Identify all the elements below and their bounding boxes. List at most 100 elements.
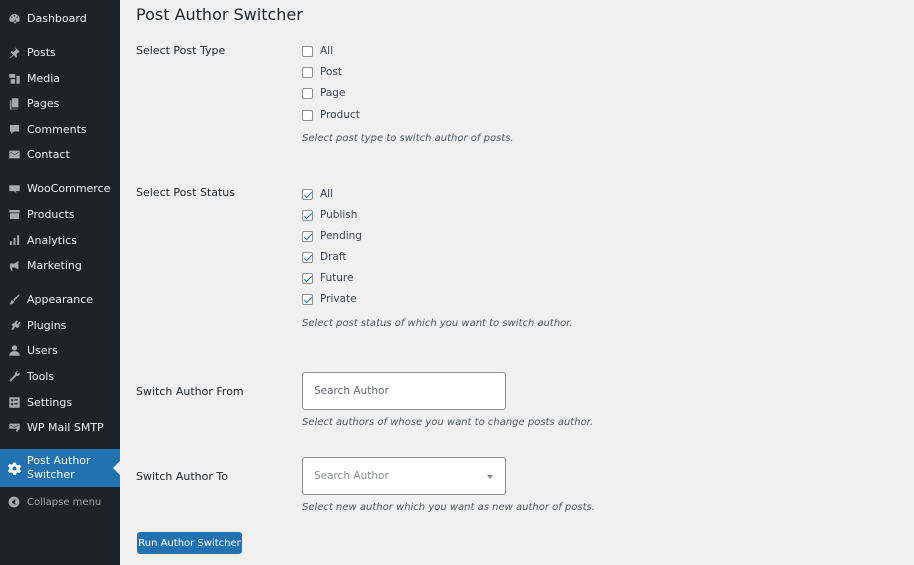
post-type-option-product[interactable]: Product: [302, 107, 360, 123]
sidebar-item-label: Pages: [27, 96, 60, 110]
post-status-description: Select post status of which you want to …: [302, 318, 573, 329]
sidebar-item-users[interactable]: Users: [0, 338, 120, 362]
sidebar-item-label: Plugins: [27, 318, 67, 332]
sidebar-item-label: Comments: [27, 122, 87, 136]
sidebar-item-label: Dashboard: [27, 11, 87, 25]
checkbox-label: Draft: [320, 251, 347, 263]
sidebar-item-dashboard[interactable]: Dashboard: [0, 6, 120, 30]
sidebar-item-label: Settings: [27, 395, 73, 409]
sidebar-item-plugins[interactable]: Plugins: [0, 313, 120, 337]
woo-icon: [7, 181, 21, 195]
settings-icon: [7, 395, 21, 409]
sidebar-item-comments[interactable]: Comments: [0, 117, 120, 141]
sidebar-item-label: WooCommerce: [27, 181, 111, 195]
sidebar-item-pages[interactable]: Pages: [0, 91, 120, 115]
sidebar-item-label: Marketing: [27, 258, 82, 272]
sidebar-item-wp-mail-smtp[interactable]: WP Mail SMTP: [0, 415, 120, 439]
post-status-option-pending[interactable]: Pending: [302, 228, 362, 244]
checkbox-label: Pending: [320, 230, 362, 242]
sidebar-item-tools[interactable]: Tools: [0, 364, 120, 388]
checkbox[interactable]: [302, 272, 313, 284]
main-content: Post Author Switcher Select Post Type Al…: [120, 0, 914, 565]
media-icon: [7, 71, 21, 85]
collapse-menu-label: Collapse menu: [27, 496, 102, 508]
post-type-option-page[interactable]: Page: [302, 85, 345, 101]
post-status-option-draft[interactable]: Draft: [302, 249, 346, 265]
sidebar-item-label: Post Author Switcher: [27, 454, 91, 481]
user-icon: [7, 343, 21, 357]
collapse-arrow-icon: [7, 496, 21, 508]
checkbox[interactable]: [302, 87, 313, 99]
active-indicator: [113, 461, 120, 475]
sidebar-item-marketing[interactable]: Marketing: [0, 253, 120, 277]
checkbox-label: All: [320, 45, 334, 57]
chevron-down-icon: [487, 475, 493, 479]
post-type-label: Select Post Type: [136, 44, 226, 57]
sidebar-item-label: Posts: [27, 45, 56, 59]
pages-icon: [7, 96, 21, 110]
author-to-label: Switch Author To: [136, 470, 228, 483]
sidebar-item-label: Analytics: [27, 233, 77, 247]
checkbox-label: Publish: [320, 209, 358, 221]
checkbox[interactable]: [302, 45, 313, 57]
gear-icon: [7, 461, 21, 475]
dashboard-icon: [7, 11, 21, 25]
sidebar-item-label: Users: [27, 343, 58, 357]
post-status-label: Select Post Status: [136, 186, 235, 199]
author-to-description: Select new author which you want as new …: [302, 502, 595, 513]
post-type-option-post[interactable]: Post: [302, 64, 342, 80]
post-type-description: Select post type to switch author of pos…: [302, 133, 514, 144]
bar-chart-icon: [7, 233, 21, 247]
comment-icon: [7, 122, 21, 136]
sidebar-item-label: Appearance: [27, 292, 94, 306]
archive-icon: [7, 207, 21, 221]
author-from-label: Switch Author From: [136, 385, 244, 398]
sidebar-item-label: Media: [27, 71, 61, 85]
author-from-description: Select authors of whose you want to chan…: [302, 417, 594, 428]
sidebar-item-products[interactable]: Products: [0, 202, 120, 226]
brush-icon: [7, 292, 21, 306]
sidebar-item-media[interactable]: Media: [0, 66, 120, 90]
sidebar-item-label: Products: [27, 207, 75, 221]
checkbox-label: Future: [320, 272, 354, 284]
author-to-select[interactable]: Search Author: [302, 457, 506, 495]
sidebar-item-posts[interactable]: Posts: [0, 40, 120, 64]
sidebar-item-settings[interactable]: Settings: [0, 390, 120, 414]
pin-icon: [7, 45, 21, 59]
checkbox-label: Page: [320, 87, 346, 99]
post-status-option-publish[interactable]: Publish: [302, 207, 357, 223]
sidebar-item-post-author-switcher[interactable]: Post Author Switcher: [0, 449, 120, 487]
admin-sidebar: Dashboard Posts Media Pages Comments Con…: [0, 0, 120, 565]
checkbox[interactable]: [302, 293, 313, 305]
post-status-option-future[interactable]: Future: [302, 270, 353, 286]
checkbox[interactable]: [302, 230, 313, 242]
checkbox[interactable]: [302, 209, 313, 221]
envelope-icon: [7, 147, 21, 161]
sidebar-item-analytics[interactable]: Analytics: [0, 228, 120, 252]
post-status-option-private[interactable]: Private: [302, 291, 357, 307]
sidebar-item-contact[interactable]: Contact: [0, 142, 120, 166]
collapse-menu-button[interactable]: Collapse menu: [0, 492, 120, 512]
author-from-input[interactable]: [303, 373, 505, 409]
sidebar-item-appearance[interactable]: Appearance: [0, 287, 120, 311]
page-title: Post Author Switcher: [136, 5, 303, 24]
megaphone-icon: [7, 258, 21, 272]
post-status-option-all[interactable]: All: [302, 186, 333, 202]
checkbox-label: Private: [320, 293, 357, 305]
sidebar-item-woocommerce[interactable]: WooCommerce: [0, 176, 120, 200]
checkbox-label: All: [320, 188, 334, 200]
author-to-placeholder: Search Author: [314, 470, 389, 482]
run-author-switcher-button[interactable]: Run Author Switcher: [137, 532, 242, 554]
post-type-option-all[interactable]: All: [302, 43, 333, 59]
checkbox-label: Post: [320, 66, 342, 78]
checkbox-label: Product: [320, 109, 360, 121]
mail-smtp-icon: [7, 420, 21, 434]
checkbox[interactable]: [302, 188, 313, 200]
plug-icon: [7, 318, 21, 332]
sidebar-item-label: Contact: [27, 147, 70, 161]
checkbox[interactable]: [302, 109, 313, 121]
checkbox[interactable]: [302, 251, 313, 263]
author-from-field[interactable]: [302, 372, 506, 410]
checkbox[interactable]: [302, 66, 313, 78]
sidebar-item-label: WP Mail SMTP: [27, 420, 104, 434]
